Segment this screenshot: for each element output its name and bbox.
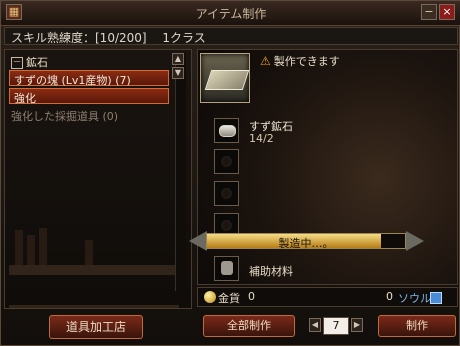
recipe-item-enhanced-mining-tool[interactable]: 強化した採掘道具 (0) [11, 108, 118, 124]
tool-workshop-button[interactable]: 道具加工店 [49, 315, 143, 339]
auxiliary-material-slot[interactable] [214, 256, 239, 281]
empty-slot-icon [221, 156, 232, 167]
close-button[interactable]: × [439, 4, 455, 20]
tin-ore-icon [219, 125, 236, 137]
bookshelf-decoration [9, 305, 179, 308]
quantity-decrease-button[interactable]: ◀ [309, 318, 321, 332]
skill-proficiency-text: スキル熟練度：[10/200] 1クラス [11, 31, 206, 45]
bookshelf-decoration [9, 265, 179, 275]
material-slot-1[interactable] [214, 118, 239, 143]
quantity-increase-button[interactable]: ▶ [351, 318, 363, 332]
window-title: アイテム制作 [195, 7, 267, 21]
craft-status-text: 製作できます [273, 55, 340, 68]
skill-proficiency-bar: スキル熟練度：[10/200] 1クラス [4, 27, 458, 45]
recipe-tree-panel: －鉱石 すずの塊 (Lv1産物) (7) 強化 強化した採掘道具 (0) [4, 49, 192, 309]
category-enhance[interactable]: 強化 [9, 88, 169, 105]
book-decoration [27, 235, 35, 265]
item-craft-window: ▦ アイテム制作 − × スキル熟練度：[10/200] 1クラス －鉱石 すず… [0, 0, 460, 346]
category-ore[interactable]: －鉱石 [11, 54, 48, 70]
craft-progress-bar: 製造中…。 [206, 233, 406, 250]
category-enhance-label: 強化 [14, 92, 36, 105]
book-decoration [39, 228, 47, 265]
craft-status: ⚠ 製作できます [260, 53, 340, 69]
empty-slot-icon [221, 220, 232, 231]
soul-label: ソウル [398, 292, 431, 305]
category-ore-label: 鉱石 [26, 56, 48, 69]
minimize-button[interactable]: − [421, 4, 437, 20]
recipe-scrollbar[interactable] [175, 53, 186, 291]
quantity-input[interactable]: 7 [323, 317, 349, 335]
quantity-stepper: ◀ 7 ▶ [299, 317, 375, 335]
craft-progress-label: 製造中…。 [278, 237, 334, 250]
soul-icon [430, 292, 442, 304]
craft-all-button[interactable]: 全部制作 [203, 315, 295, 337]
gold-coin-icon [204, 291, 216, 303]
auxiliary-material-label: 補助材料 [249, 265, 293, 278]
material-count: 14/2 [249, 132, 274, 145]
scroll-down-button[interactable]: ▼ [172, 67, 184, 79]
currency-bar: 金貨 0 0 ソウル [197, 287, 458, 307]
collapse-icon[interactable]: － [11, 57, 23, 69]
warning-triangle-icon: ⚠ [260, 54, 271, 68]
recipe-item-tin-lump[interactable]: すずの塊 (Lv1産物) (7) [9, 70, 169, 87]
scroll-up-button[interactable]: ▲ [172, 53, 184, 65]
recipe-item-tin-lump-label: すずの塊 (Lv1産物) (7) [14, 74, 131, 87]
auxiliary-material-icon [221, 261, 233, 275]
empty-slot-icon [221, 188, 232, 199]
book-decoration [85, 240, 93, 265]
material-slot-2[interactable] [214, 149, 239, 174]
gold-label: 金貨 [218, 292, 240, 305]
material-slot-3[interactable] [214, 181, 239, 206]
gold-value: 0 [248, 290, 255, 303]
tin-ingot-icon [204, 70, 250, 90]
craft-button[interactable]: 制作 [378, 315, 456, 337]
title-bar[interactable]: ▦ アイテム制作 − × [1, 1, 460, 26]
soul-value: 0 [386, 290, 393, 303]
book-decoration [15, 230, 23, 265]
crafted-item-slot[interactable] [200, 53, 250, 103]
